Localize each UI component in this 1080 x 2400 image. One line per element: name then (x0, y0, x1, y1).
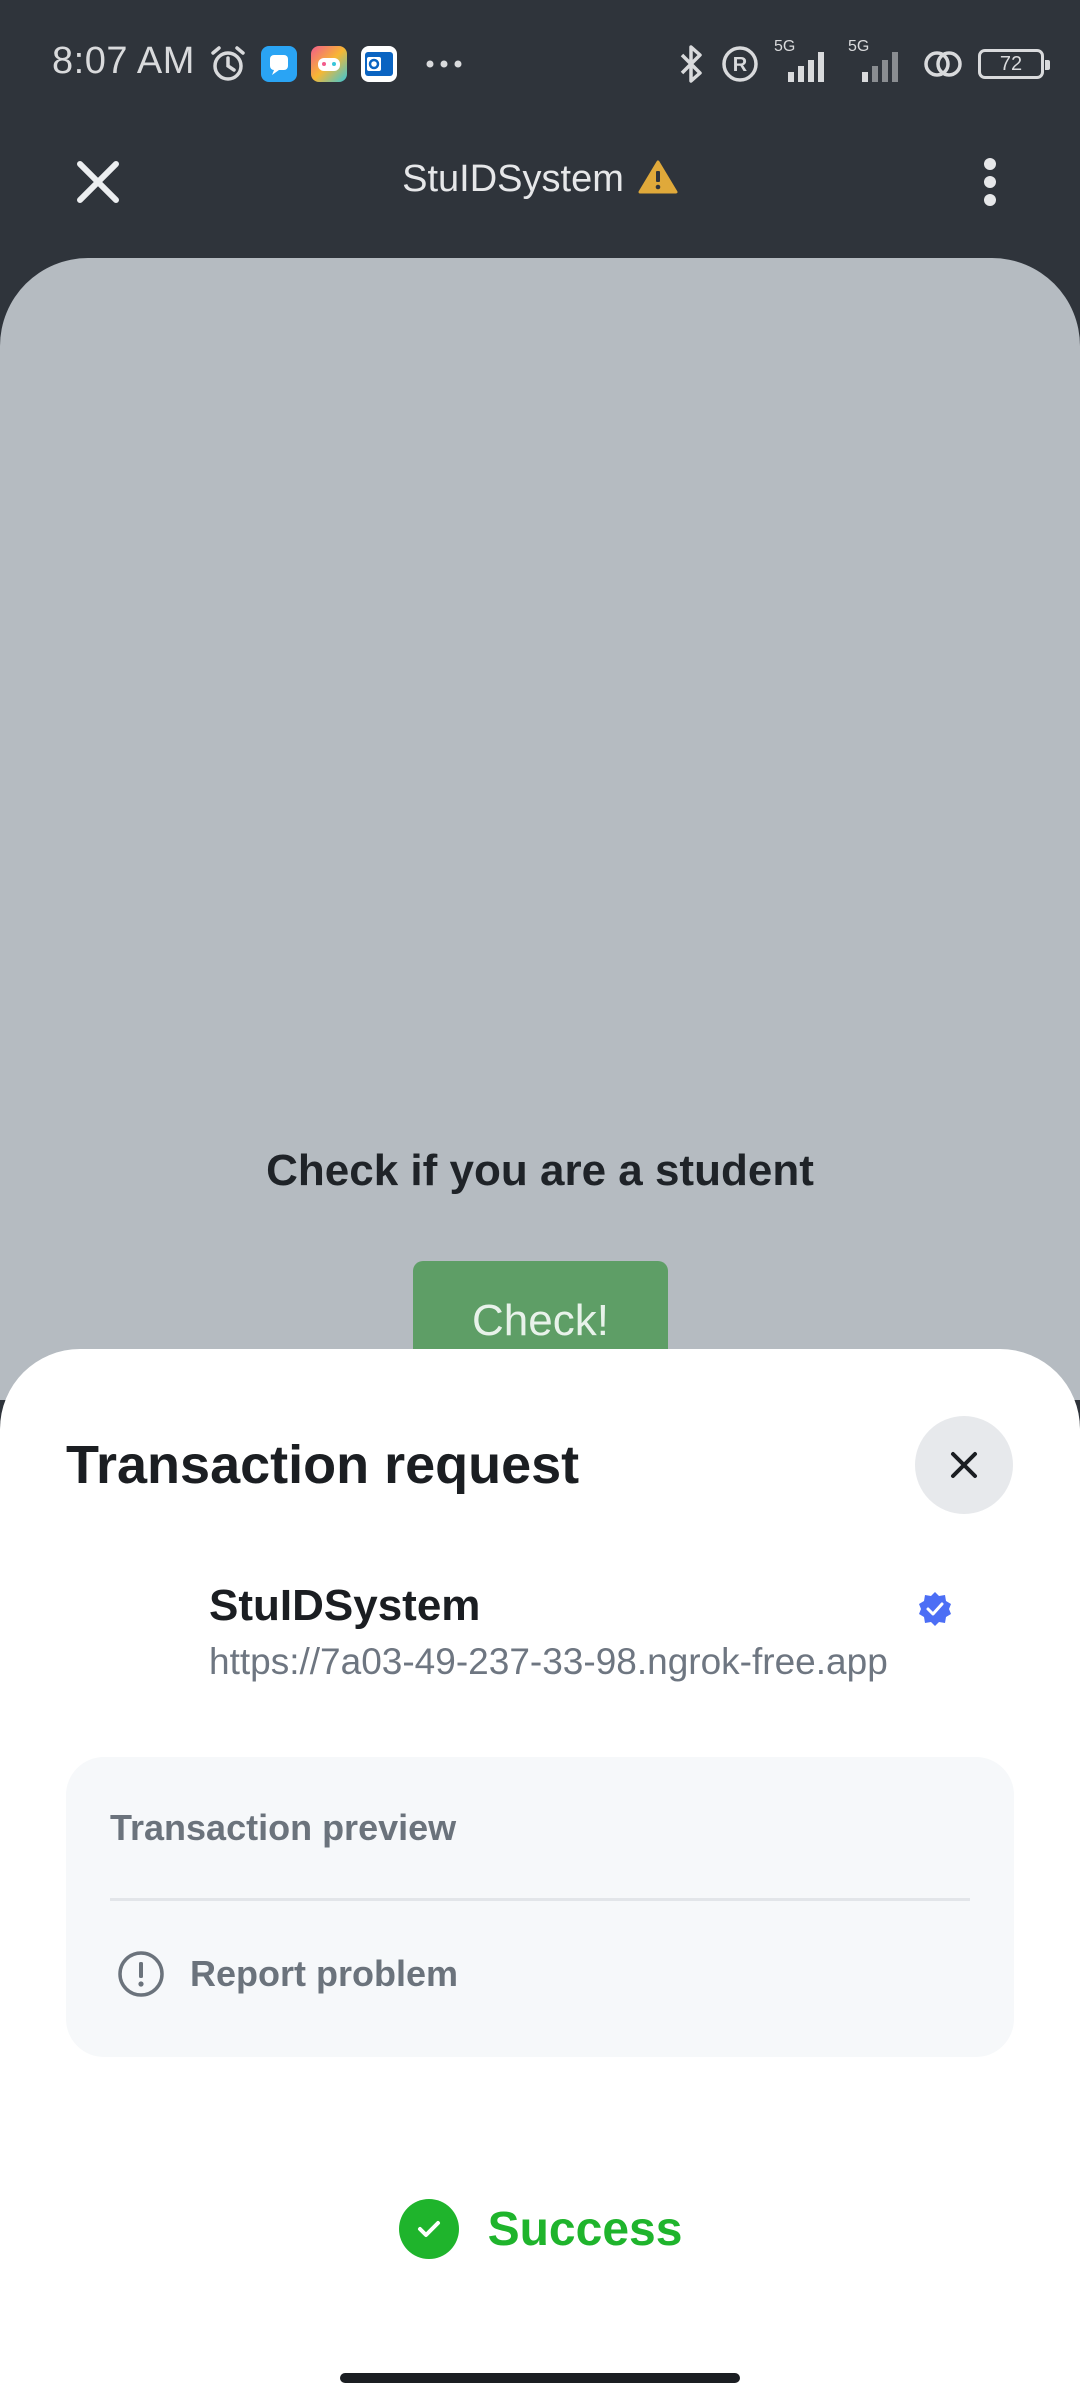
verified-badge-icon (919, 1592, 951, 1626)
alert-circle-icon (118, 1951, 164, 1997)
check-circle-icon (398, 2199, 459, 2259)
status-label: Success (487, 2202, 683, 2256)
transaction-preview-card: Transaction preview Report problem (66, 1757, 1014, 2057)
transaction-bottom-sheet: Transaction request StuIDSystem https://… (0, 1349, 1080, 2400)
signal-icon: 5G (774, 38, 834, 84)
webview-content: Check if you are a student Check! (0, 258, 1080, 1400)
link-icon (924, 51, 962, 77)
registered-icon: R (722, 46, 758, 82)
status-bar: 8:07 AM R 5G 5G 72 (0, 0, 1080, 128)
top-app-bar: StuIDSystem (0, 128, 1080, 260)
divider (110, 1898, 970, 1901)
report-problem-button[interactable]: Report problem (116, 1944, 458, 2004)
network-type-label: 5G (774, 38, 796, 55)
web-heading: Check if you are a student (266, 1146, 814, 1195)
page-title-text: StuIDSystem (402, 158, 624, 200)
signal-icon: 5G (848, 38, 908, 84)
game-app-icon (311, 46, 347, 82)
bluetooth-icon (680, 45, 702, 83)
report-problem-label: Report problem (190, 1953, 459, 1994)
more-notifications-icon (426, 60, 462, 68)
page-title: StuIDSystem (0, 158, 1080, 201)
alarm-icon (211, 46, 245, 81)
network-type-label: 5G (848, 38, 870, 55)
transaction-preview-label: Transaction preview (110, 1807, 457, 1848)
outlook-app-icon (361, 46, 397, 82)
messages-app-icon (261, 46, 297, 82)
status-right-icons: R 5G 5G 72 (676, 38, 1050, 88)
home-indicator[interactable] (340, 2373, 740, 2383)
sheet-close-button[interactable] (915, 1416, 1013, 1514)
transaction-status: Success (0, 2198, 1080, 2260)
sheet-title: Transaction request (66, 1435, 580, 1495)
status-time: 8:07 AM (52, 40, 195, 82)
battery-icon: 72 (978, 49, 1050, 79)
dapp-name: StuIDSystem (209, 1581, 481, 1630)
dapp-url: https://7a03-49-237-33-98.ngrok-free.app (209, 1641, 888, 1682)
more-vertical-icon[interactable] (982, 158, 998, 206)
close-icon (951, 1452, 977, 1478)
warning-icon[interactable] (638, 159, 678, 195)
svg-text:R: R (733, 54, 748, 76)
